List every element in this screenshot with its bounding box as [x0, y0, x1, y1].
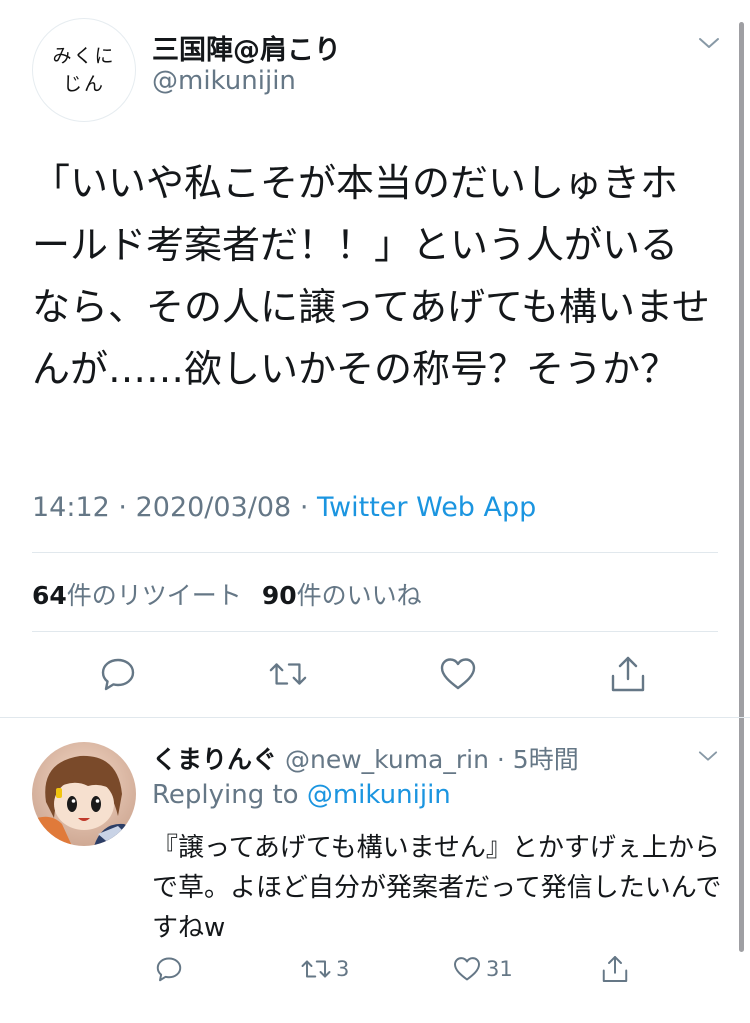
chevron-down-icon[interactable] — [698, 746, 718, 766]
share-button[interactable] — [600, 954, 630, 984]
tweet-text: 「いいや私こそが本当のだいしゅきホールド考案者だ！！」という人がいるなら、その人… — [32, 161, 710, 391]
avatar[interactable]: みくに じん — [32, 18, 136, 122]
handle[interactable]: @new_kuma_rin — [285, 745, 489, 774]
like-button[interactable]: 31 — [452, 954, 513, 984]
reply-text: 『譲ってあげても構いません』とかすげぇ上からで草。よほど自分が発案者だって発信し… — [152, 833, 722, 943]
like-icon — [454, 957, 480, 981]
reply-button[interactable] — [154, 954, 184, 984]
meta-separator: · — [496, 745, 505, 774]
retweet-button[interactable]: 3 — [300, 954, 349, 984]
tweet-date: 2020/03/08 — [135, 492, 292, 523]
like-button[interactable] — [438, 654, 478, 694]
tweet-time: 14:12 — [32, 492, 110, 523]
reply-button[interactable] — [98, 654, 138, 694]
share-icon — [602, 956, 628, 982]
replying-to-handle[interactable]: @mikunijin — [307, 780, 451, 810]
like-count: 31 — [486, 957, 513, 981]
tweet-actions — [0, 654, 750, 700]
display-name[interactable]: 三国陣@肩こり — [152, 28, 341, 67]
like-icon — [440, 658, 476, 690]
time-ago[interactable]: 5時間 — [513, 745, 579, 774]
share-icon — [611, 656, 645, 692]
like-label: 件のいいね — [296, 581, 422, 610]
meta-separator: · — [118, 492, 127, 523]
like-stat[interactable]: 90件のいいね — [262, 581, 422, 610]
display-name[interactable]: くまりんぐ — [152, 745, 277, 774]
retweet-button[interactable] — [268, 654, 308, 694]
avatar-text-line1: みくに — [52, 45, 116, 67]
reply-icon — [156, 957, 182, 982]
meta-separator: · — [299, 492, 309, 523]
retweet-count: 3 — [336, 957, 350, 981]
divider — [32, 631, 718, 632]
tweet-stats: 64件のリツイート 90件のいいね — [32, 576, 422, 612]
reply-header: くまりんぐ @new_kuma_rin · 5時間 — [152, 740, 579, 776]
chevron-down-icon[interactable] — [698, 32, 720, 54]
replying-to: Replying to @mikunijin — [152, 780, 451, 810]
like-count: 90 — [261, 581, 297, 610]
share-button[interactable] — [608, 654, 648, 694]
main-tweet: みくに じん 三国陣@肩こり @mikunijin 「いいや私こそが本当のだいし… — [0, 0, 750, 718]
divider — [32, 552, 718, 553]
retweet-count: 64 — [32, 581, 67, 610]
avatar-text-line2: じん — [62, 73, 105, 95]
replying-prefix: Replying to — [152, 780, 299, 810]
retweet-stat[interactable]: 64件のリツイート — [32, 581, 242, 610]
handle[interactable]: @mikunijin — [152, 66, 296, 96]
retweet-icon — [269, 663, 307, 685]
avatar-image — [32, 742, 136, 846]
avatar[interactable] — [32, 742, 136, 846]
retweet-label: 件のリツイート — [66, 581, 242, 610]
retweet-icon — [301, 960, 331, 978]
tweet-source-link[interactable]: Twitter Web App — [317, 492, 536, 523]
reply-actions: 3 31 — [0, 954, 750, 994]
reply-icon — [101, 658, 135, 691]
tweet-meta: 14:12 · 2020/03/08 · Twitter Web App — [32, 492, 536, 523]
